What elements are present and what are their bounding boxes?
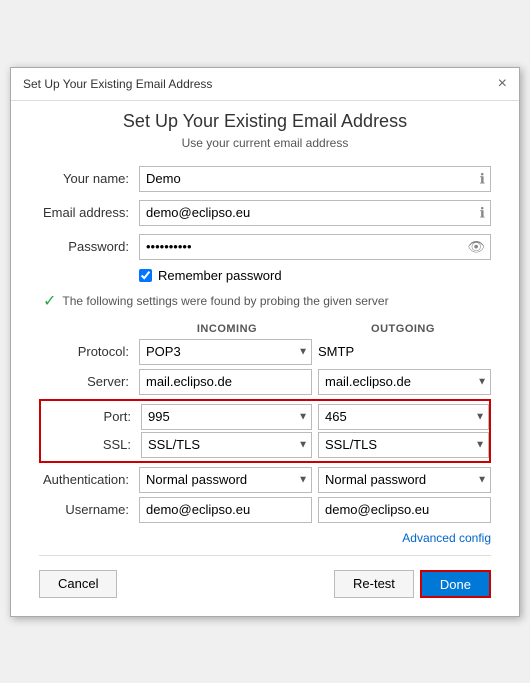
dialog: Set Up Your Existing Email Address × Set… [10, 67, 520, 617]
right-buttons: Re-test Done [334, 570, 491, 598]
incoming-port-select[interactable]: 995 [141, 404, 312, 430]
title-bar-text: Set Up Your Existing Email Address [23, 77, 212, 91]
info-icon-name: ℹ [480, 170, 485, 187]
done-button[interactable]: Done [420, 570, 491, 598]
outgoing-auth-wrap: Normal password Encrypted password Kerbe… [318, 467, 491, 493]
outgoing-username-cell [318, 497, 491, 523]
password-row: Password: 👁 [39, 234, 491, 260]
ssl-label: SSL: [41, 437, 141, 452]
protocol-row: Protocol: POP3 IMAP ▼ SMTP [39, 339, 491, 365]
remember-row: Remember password [139, 268, 491, 283]
your-name-wrap: ℹ [139, 166, 491, 192]
title-bar: Set Up Your Existing Email Address × [11, 68, 519, 101]
protocol-label: Protocol: [39, 344, 139, 359]
incoming-ssl-cell: SSL/TLS STARTTLS None ▼ [141, 432, 312, 458]
server-row: Server: mail.eclipso.de ▼ [39, 369, 491, 395]
remember-checkbox[interactable] [139, 269, 152, 282]
incoming-server-input[interactable] [139, 369, 312, 395]
close-icon[interactable]: × [498, 76, 507, 92]
incoming-auth-wrap: Normal password Encrypted password Kerbe… [139, 467, 312, 493]
your-name-label: Your name: [39, 171, 139, 186]
remember-label: Remember password [158, 268, 282, 283]
password-label: Password: [39, 239, 139, 254]
outgoing-ssl-wrap: SSL/TLS STARTTLS None ▼ [318, 432, 489, 458]
incoming-port-wrap: 995 ▼ [141, 404, 312, 430]
server-cells: mail.eclipso.de ▼ [139, 369, 491, 395]
incoming-username-cell [139, 497, 312, 523]
email-wrap: ℹ [139, 200, 491, 226]
outgoing-server-cell: mail.eclipso.de ▼ [318, 369, 491, 395]
retest-button[interactable]: Re-test [334, 570, 414, 598]
email-label: Email address: [39, 205, 139, 220]
protocol-cells: POP3 IMAP ▼ SMTP [139, 339, 491, 365]
username-cells [139, 497, 491, 523]
incoming-username-input[interactable] [139, 497, 312, 523]
password-input[interactable] [139, 234, 491, 260]
status-text: The following settings were found by pro… [62, 294, 388, 308]
button-row: Cancel Re-test Done [39, 566, 491, 602]
ssl-row: SSL: SSL/TLS STARTTLS None ▼ [41, 431, 489, 461]
auth-row: Authentication: Normal password Encrypte… [39, 467, 491, 493]
outgoing-header: OUTGOING [315, 323, 491, 335]
incoming-ssl-select[interactable]: SSL/TLS STARTTLS None [141, 432, 312, 458]
outgoing-server-wrap: mail.eclipso.de ▼ [318, 369, 491, 395]
grid-section: INCOMING OUTGOING Protocol: POP3 IMAP ▼ [39, 323, 491, 523]
incoming-protocol-cell: POP3 IMAP ▼ [139, 339, 312, 365]
grid-headers: INCOMING OUTGOING [139, 323, 491, 335]
username-row: Username: [39, 497, 491, 523]
port-label: Port: [41, 409, 141, 424]
eye-icon[interactable]: 👁 [467, 238, 485, 255]
incoming-auth-cell: Normal password Encrypted password Kerbe… [139, 467, 312, 493]
divider [39, 555, 491, 556]
your-name-input[interactable] [139, 166, 491, 192]
incoming-server-cell [139, 369, 312, 395]
outgoing-protocol-text: SMTP [318, 344, 354, 359]
dialog-subtitle: Use your current email address [39, 136, 491, 150]
port-row: Port: 995 ▼ [41, 401, 489, 431]
auth-cells: Normal password Encrypted password Kerbe… [139, 467, 491, 493]
status-row: ✓ The following settings were found by p… [39, 291, 491, 311]
dialog-heading: Set Up Your Existing Email Address [39, 111, 491, 132]
info-icon-email: ℹ [480, 204, 485, 221]
your-name-row: Your name: ℹ [39, 166, 491, 192]
outgoing-ssl-cell: SSL/TLS STARTTLS None ▼ [318, 432, 489, 458]
username-label: Username: [39, 502, 139, 517]
outgoing-ssl-select[interactable]: SSL/TLS STARTTLS None [318, 432, 489, 458]
outgoing-server-select[interactable]: mail.eclipso.de [318, 369, 491, 395]
highlighted-port-ssl-block: Port: 995 ▼ [39, 399, 491, 463]
outgoing-username-input[interactable] [318, 497, 491, 523]
cancel-button[interactable]: Cancel [39, 570, 117, 598]
outgoing-port-wrap: 465 ▼ [318, 404, 489, 430]
outgoing-port-cell: 465 ▼ [318, 404, 489, 430]
outgoing-port-select[interactable]: 465 [318, 404, 489, 430]
server-label: Server: [39, 374, 139, 389]
ssl-cells: SSL/TLS STARTTLS None ▼ SSL/TLS [141, 432, 489, 458]
check-icon: ✓ [43, 291, 56, 311]
outgoing-protocol-cell: SMTP [318, 339, 491, 365]
outgoing-auth-select[interactable]: Normal password Encrypted password Kerbe… [318, 467, 491, 493]
advanced-config-link[interactable]: Advanced config [39, 531, 491, 545]
port-cells: 995 ▼ 465 ▼ [141, 404, 489, 430]
incoming-header: INCOMING [139, 323, 315, 335]
auth-label: Authentication: [39, 472, 139, 487]
incoming-port-cell: 995 ▼ [141, 404, 312, 430]
incoming-protocol-wrap: POP3 IMAP ▼ [139, 339, 312, 365]
incoming-ssl-wrap: SSL/TLS STARTTLS None ▼ [141, 432, 312, 458]
incoming-auth-select[interactable]: Normal password Encrypted password Kerbe… [139, 467, 312, 493]
outgoing-auth-cell: Normal password Encrypted password Kerbe… [318, 467, 491, 493]
password-wrap: 👁 [139, 234, 491, 260]
email-row: Email address: ℹ [39, 200, 491, 226]
incoming-protocol-select[interactable]: POP3 IMAP [139, 339, 312, 365]
email-input[interactable] [139, 200, 491, 226]
dialog-body: Set Up Your Existing Email Address Use y… [11, 101, 519, 616]
